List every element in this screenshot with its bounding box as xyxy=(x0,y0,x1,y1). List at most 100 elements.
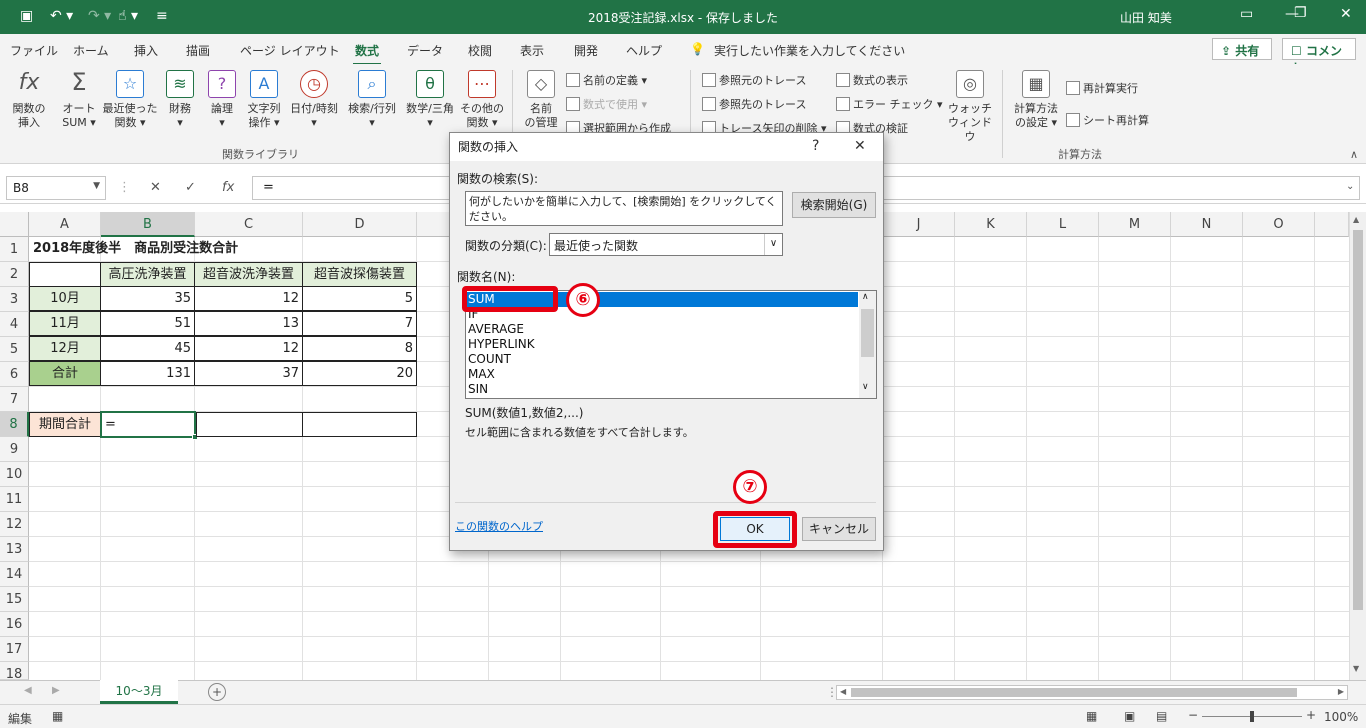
scroll-thumb[interactable] xyxy=(1353,230,1363,610)
scroll-down-icon[interactable]: ▼ xyxy=(1353,664,1359,673)
column-header[interactable]: C xyxy=(195,212,303,237)
tab-insert[interactable]: 挿入 xyxy=(134,42,158,59)
row-header[interactable]: 9 xyxy=(0,437,29,462)
data-cell[interactable]: 12 xyxy=(194,286,303,311)
column-header[interactable]: M xyxy=(1099,212,1171,237)
cell[interactable] xyxy=(302,412,417,437)
zoom-out-icon[interactable]: − xyxy=(1188,708,1198,722)
function-item[interactable]: COUNT xyxy=(468,352,511,367)
row-header[interactable]: 10 xyxy=(0,462,29,487)
tab-home[interactable]: ホーム xyxy=(73,42,109,59)
row-header[interactable]: 2 xyxy=(0,262,29,287)
error-checking-button[interactable]: エラー チェック ▾ xyxy=(836,96,943,112)
row-header[interactable]: 5 xyxy=(0,337,29,362)
row-header[interactable]: 3 xyxy=(0,287,29,312)
table-header[interactable]: 高圧洗浄装置 xyxy=(100,262,195,287)
logical-button[interactable]: ? 論理 ▾ xyxy=(202,70,242,130)
math-trig-button[interactable]: θ 数学/三角 ▾ xyxy=(402,70,458,130)
restore-icon[interactable]: ❐ xyxy=(1294,5,1307,21)
scroll-left-icon[interactable]: ◀ xyxy=(840,687,846,696)
row-header[interactable]: 15 xyxy=(0,587,29,612)
data-cell[interactable]: 35 xyxy=(100,286,195,311)
comment-button[interactable]: ☐ コメント xyxy=(1282,38,1356,75)
add-sheet-icon[interactable]: + xyxy=(208,683,226,701)
table-header[interactable]: 超音波洗浄装置 xyxy=(194,262,303,287)
chevron-down-icon[interactable]: ∨ xyxy=(764,234,782,255)
name-manager-button[interactable]: ◇ 名前 の管理 xyxy=(518,70,564,130)
tab-view[interactable]: 表示 xyxy=(520,42,544,59)
trace-dependents-button[interactable]: 参照先のトレース xyxy=(702,96,806,112)
row-header[interactable]: 14 xyxy=(0,562,29,587)
user-name[interactable]: 山田 知美 xyxy=(1120,9,1172,26)
total-cell[interactable]: 37 xyxy=(194,361,303,386)
data-cell[interactable]: 13 xyxy=(194,311,303,336)
macro-record-icon[interactable]: ▦ xyxy=(52,709,63,723)
financial-button[interactable]: ≋ 財務 ▾ xyxy=(160,70,200,130)
use-in-formula-button[interactable]: 数式で使用 ▾ xyxy=(566,96,647,112)
zoom-in-icon[interactable]: + xyxy=(1306,708,1316,722)
sheet-tab[interactable]: 10～3月 xyxy=(100,680,178,704)
tab-data[interactable]: データ xyxy=(407,42,443,59)
cell[interactable] xyxy=(29,262,101,287)
tab-draw[interactable]: 描画 xyxy=(186,42,210,59)
row-header[interactable]: 16 xyxy=(0,612,29,637)
show-formulas-button[interactable]: 数式の表示 xyxy=(836,72,908,88)
scroll-thumb[interactable] xyxy=(851,688,1297,697)
calculation-options-button[interactable]: ▦ 計算方法 の設定 ▾ xyxy=(1008,70,1064,130)
function-item[interactable]: MAX xyxy=(468,367,495,382)
function-search-input[interactable]: 何がしたいかを簡単に入力して、[検索開始] をクリックしてください。 xyxy=(465,191,783,226)
row-header[interactable]: 17 xyxy=(0,637,29,662)
data-cell[interactable]: 45 xyxy=(100,336,195,361)
row-header[interactable]: 6 xyxy=(0,362,29,387)
calculate-sheet-button[interactable]: シート再計算 xyxy=(1066,112,1149,128)
column-header[interactable]: N xyxy=(1171,212,1243,237)
datetime-button[interactable]: ◷ 日付/時刻 ▾ xyxy=(286,70,342,130)
table-title[interactable]: 2018年度後半 商品別受注数合計 xyxy=(30,237,241,262)
insert-function-button[interactable]: fx 関数の 挿入 xyxy=(6,70,52,130)
column-header[interactable]: L xyxy=(1027,212,1099,237)
column-header[interactable]: D xyxy=(303,212,417,237)
row-header[interactable]: 12 xyxy=(0,512,29,537)
cell[interactable] xyxy=(196,412,303,437)
data-cell[interactable]: 51 xyxy=(100,311,195,336)
scroll-up-icon[interactable]: ▲ xyxy=(1353,215,1359,224)
calculate-now-button[interactable]: 再計算実行 xyxy=(1066,80,1138,96)
tab-formulas[interactable]: 数式 xyxy=(352,42,382,65)
page-break-view-icon[interactable]: ▤ xyxy=(1156,709,1167,723)
tab-file[interactable]: ファイル xyxy=(10,42,58,59)
function-item[interactable]: SIN xyxy=(468,382,488,397)
row-label[interactable]: 10月 xyxy=(29,286,101,311)
row-header[interactable]: 18 xyxy=(0,662,29,680)
tab-developer[interactable]: 開発 xyxy=(574,42,598,59)
zoom-slider-thumb[interactable] xyxy=(1250,711,1254,722)
data-cell[interactable]: 8 xyxy=(302,336,417,361)
close-icon[interactable]: ✕ xyxy=(854,138,866,154)
function-item[interactable]: HYPERLINK xyxy=(468,337,535,352)
data-cell[interactable]: 5 xyxy=(302,286,417,311)
total-cell[interactable]: 20 xyxy=(302,361,417,386)
scroll-up-icon[interactable]: ∧ xyxy=(862,292,869,302)
scroll-thumb[interactable] xyxy=(861,309,874,357)
list-scrollbar[interactable]: ∧ ∨ xyxy=(859,291,876,398)
row-header[interactable]: 8 xyxy=(0,412,29,437)
data-cell[interactable]: 12 xyxy=(194,336,303,361)
trace-precedents-button[interactable]: 参照元のトレース xyxy=(702,72,806,88)
close-icon[interactable]: ✕ xyxy=(1340,6,1352,22)
table-header[interactable]: 超音波探傷装置 xyxy=(302,262,417,287)
help-icon[interactable]: ? xyxy=(812,138,819,154)
name-box[interactable]: B8 ▼ xyxy=(6,176,106,200)
expand-formula-icon[interactable]: ⌄ xyxy=(1346,181,1354,192)
text-functions-button[interactable]: A 文字列 操作 ▾ xyxy=(244,70,284,130)
zoom-level[interactable]: 100% xyxy=(1324,710,1358,724)
period-total-label[interactable]: 期間合計 xyxy=(29,412,101,437)
watch-window-button[interactable]: ◎ ウォッチ ウィンドウ xyxy=(944,70,996,144)
row-header[interactable]: 4 xyxy=(0,312,29,337)
row-label[interactable]: 11月 xyxy=(29,311,101,336)
share-button[interactable]: ⇪ 共有 xyxy=(1212,38,1272,60)
define-name-button[interactable]: 名前の定義 ▾ xyxy=(566,72,647,88)
row-header[interactable]: 11 xyxy=(0,487,29,512)
active-cell-b8[interactable]: = xyxy=(100,411,196,438)
row-label-total[interactable]: 合計 xyxy=(29,361,101,386)
cancel-button[interactable]: キャンセル xyxy=(802,517,876,541)
autosum-button[interactable]: Σ オート SUM ▾ xyxy=(56,70,102,130)
